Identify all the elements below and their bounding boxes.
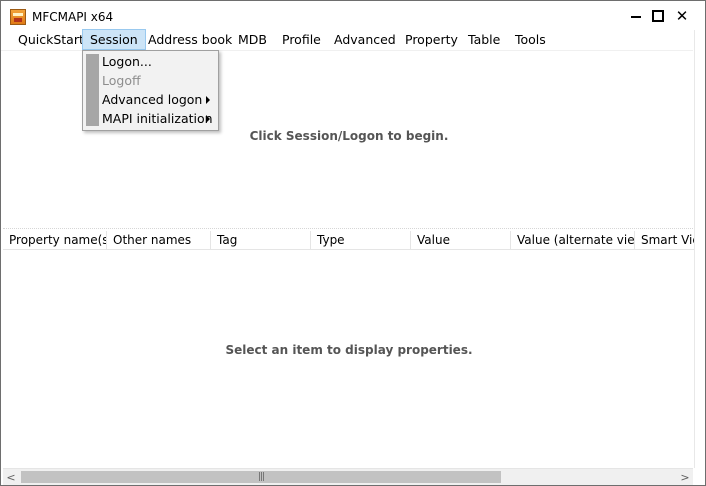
maximize-button[interactable]	[647, 6, 669, 26]
menu-profile[interactable]: Profile	[275, 30, 328, 49]
scroll-right-button[interactable]: >	[677, 469, 693, 485]
menu-session[interactable]: Session	[82, 29, 146, 50]
menu-property[interactable]: Property	[398, 30, 465, 49]
scroll-right-icon: >	[680, 470, 690, 484]
menu-advanced[interactable]: Advanced	[327, 30, 403, 49]
menu-address-book[interactable]: Address book	[141, 30, 239, 49]
right-border	[694, 30, 695, 468]
menu-item-logon[interactable]: Logon...	[102, 52, 152, 71]
horizontal-scrollbar[interactable]: < ||| >	[3, 468, 693, 485]
logon-hint: Click Session/Logon to begin.	[249, 129, 449, 143]
window-title: MFCMAPI x64	[32, 10, 114, 24]
column-property-names[interactable]: Property name(s)	[3, 231, 107, 249]
scroll-left-button[interactable]: <	[3, 469, 19, 485]
main-window: MFCMAPI x64 ✕ QuickStart Session Address…	[0, 0, 706, 486]
mfcmapi-app-icon[interactable]	[10, 9, 26, 25]
minimize-icon	[631, 16, 641, 18]
menu-item-advanced-logon[interactable]: Advanced logon	[102, 90, 202, 109]
menu-quickstart[interactable]: QuickStart	[11, 30, 91, 49]
column-other-names[interactable]: Other names	[107, 231, 211, 249]
column-value-alternate[interactable]: Value (alternate view)	[511, 231, 635, 249]
minimize-button[interactable]	[625, 6, 647, 26]
property-list-header: Property name(s) Other names Tag Type Va…	[3, 231, 695, 250]
column-tag[interactable]: Tag	[211, 231, 311, 249]
column-smart-view[interactable]: Smart View	[635, 231, 695, 249]
menu-bar: QuickStart Session Address book MDB Prof…	[1, 29, 693, 51]
scroll-left-icon: <	[6, 470, 16, 484]
menu-mdb[interactable]: MDB	[231, 30, 274, 49]
title-bar[interactable]: MFCMAPI x64 ✕	[1, 1, 705, 31]
submenu-arrow-icon	[206, 96, 210, 104]
close-icon: ✕	[675, 7, 689, 25]
menu-item-mapi-initialization[interactable]: MAPI initialization	[102, 109, 213, 128]
menu-gutter	[86, 54, 99, 126]
column-type[interactable]: Type	[311, 231, 411, 249]
close-button[interactable]: ✕	[671, 6, 693, 26]
select-item-hint: Select an item to display properties.	[225, 343, 473, 357]
maximize-icon	[652, 10, 664, 22]
session-menu-dropdown: Logon... Logoff Advanced logon MAPI init…	[82, 50, 219, 131]
submenu-arrow-icon	[206, 115, 210, 123]
menu-tools[interactable]: Tools	[508, 30, 553, 49]
menu-item-logoff[interactable]: Logoff	[102, 71, 141, 90]
column-value[interactable]: Value	[411, 231, 511, 249]
scrollbar-thumb[interactable]: |||	[21, 471, 501, 483]
menu-table[interactable]: Table	[461, 30, 507, 49]
